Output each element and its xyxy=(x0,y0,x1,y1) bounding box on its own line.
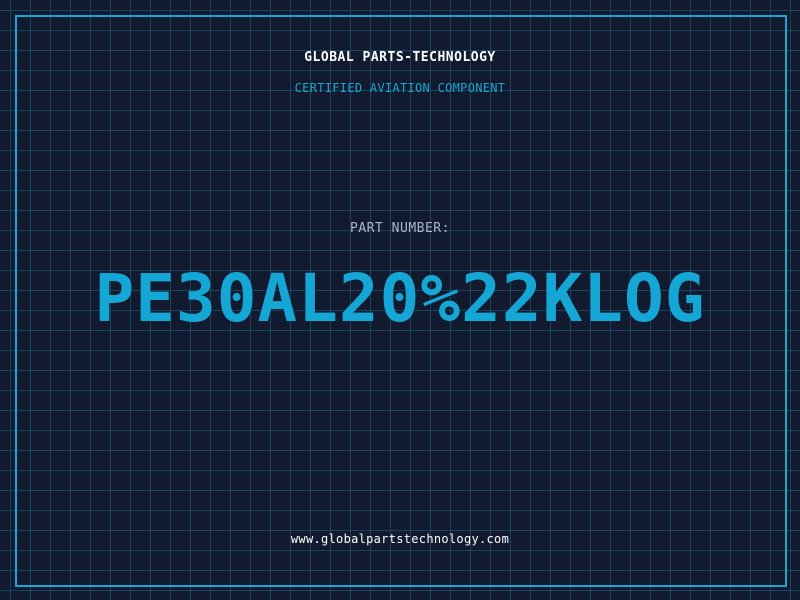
website-url: www.globalpartstechnology.com xyxy=(290,532,510,546)
company-name: GLOBAL PARTS-TECHNOLOGY xyxy=(304,50,496,65)
certification-subtitle: CERTIFIED AVIATION COMPONENT xyxy=(294,81,506,95)
part-number-value: PE30AL20%22KLOG xyxy=(94,260,706,337)
part-number-label: PART NUMBER: xyxy=(350,221,450,236)
part-label-card: GLOBAL PARTS-TECHNOLOGY CERTIFIED AVIATI… xyxy=(0,0,800,600)
